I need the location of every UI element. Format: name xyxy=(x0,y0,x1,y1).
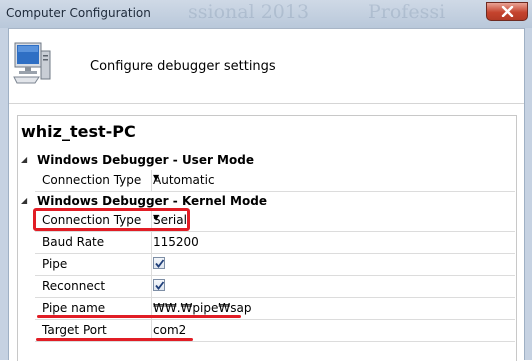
window-title: Computer Configuration xyxy=(6,6,151,20)
window-frame-right xyxy=(524,28,532,360)
page-title: Configure debugger settings xyxy=(90,59,276,74)
underline-target-port xyxy=(36,338,193,341)
section-user-mode[interactable]: ◢ Windows Debugger - User Mode xyxy=(21,153,254,170)
collapse-triangle-icon[interactable]: ◢ xyxy=(21,196,37,205)
dialog-header: Configure debugger settings xyxy=(9,29,524,104)
reconnect-label: Reconnect xyxy=(42,279,106,293)
close-icon xyxy=(501,6,514,17)
dropdown-arrow-icon[interactable]: ▼ xyxy=(153,173,511,182)
pipe-label: Pipe xyxy=(42,257,68,271)
section-kernel-mode-title: Windows Debugger - Kernel Mode xyxy=(37,194,267,208)
pipe-value-cell xyxy=(151,254,516,275)
baud-rate-field[interactable]: 115200 xyxy=(151,232,516,253)
pipe-name-value: ₩₩.₩pipe₩sap xyxy=(153,301,252,315)
pipe-checkbox[interactable] xyxy=(153,257,165,269)
row-user-connection-type[interactable]: Connection Type Automatic ▼ xyxy=(35,170,515,192)
title-bar: Computer Configuration ssional 2013 Prof… xyxy=(0,0,532,29)
collapse-triangle-icon[interactable]: ◢ xyxy=(21,155,37,164)
row-reconnect[interactable]: Reconnect xyxy=(35,276,515,298)
target-port-label: Target Port xyxy=(42,323,107,337)
checkmark-icon xyxy=(155,259,165,268)
section-user-mode-title: Windows Debugger - User Mode xyxy=(37,153,254,167)
close-button[interactable] xyxy=(486,2,528,21)
baud-rate-value: 115200 xyxy=(153,235,199,249)
checkmark-icon xyxy=(155,281,165,290)
row-baud-rate[interactable]: Baud Rate 115200 xyxy=(35,232,515,254)
user-connection-type-label: Connection Type xyxy=(42,173,142,187)
target-port-field[interactable]: com2 xyxy=(151,320,516,341)
background-ghost-text-right: Professi xyxy=(368,1,446,23)
highlight-box-connection-type xyxy=(33,208,190,231)
reconnect-checkbox[interactable] xyxy=(153,279,165,291)
kernel-connection-type-dropdown[interactable]: Serial ▼ xyxy=(151,210,516,231)
target-port-value: com2 xyxy=(153,323,187,337)
row-pipe[interactable]: Pipe xyxy=(35,254,515,276)
machine-name: whiz_test-PC xyxy=(21,122,136,141)
window-frame-left xyxy=(0,28,9,360)
pipe-name-label: Pipe name xyxy=(42,301,106,315)
user-connection-type-dropdown[interactable]: Automatic ▼ xyxy=(151,170,516,191)
computer-icon xyxy=(13,42,51,84)
background-ghost-text-left: ssional 2013 xyxy=(188,1,310,23)
reconnect-value-cell xyxy=(151,276,516,297)
underline-pipe-name xyxy=(37,315,241,318)
dropdown-arrow-icon[interactable]: ▼ xyxy=(153,213,511,222)
baud-rate-label: Baud Rate xyxy=(42,235,105,249)
